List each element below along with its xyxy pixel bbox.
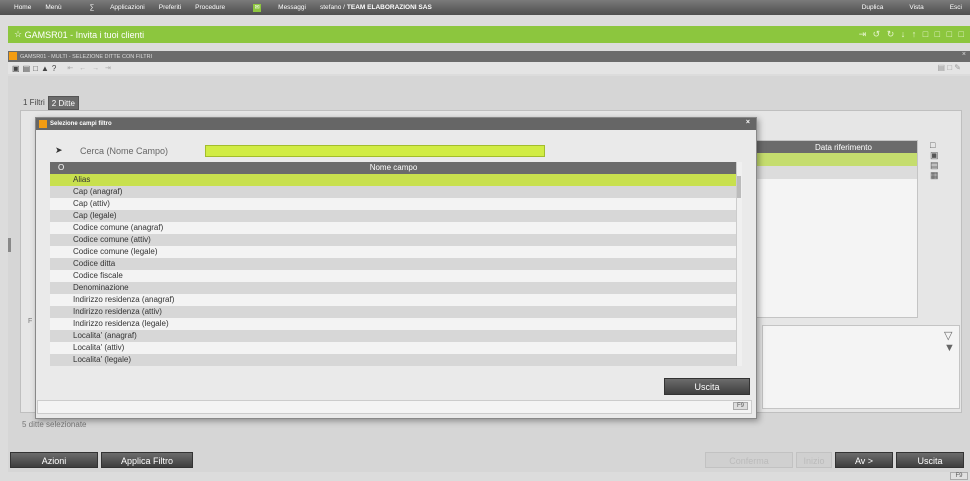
field-list-header: O Nome campo [50, 162, 737, 174]
form-subtitle-bar: GAMSR01 - MULTI - SELEZIONE DITTE CON FI… [8, 51, 970, 62]
new-document-icon[interactable]: □ [930, 140, 942, 150]
dialog-f9-hint: F9 [733, 402, 749, 410]
nome-campo-header[interactable]: Nome campo [50, 163, 737, 172]
dialog-title: Selezione campi filtro [50, 121, 112, 127]
list-item[interactable]: Indirizzo residenza (attiv) [50, 306, 736, 318]
current-user: stefano / [319, 4, 345, 11]
selected-count-status: 5 ditte selezionate [22, 420, 87, 429]
conferma-button[interactable]: Conferma [705, 452, 793, 468]
filter-box [762, 325, 960, 409]
menu-applicazioni[interactable]: ∑ Applicazioni [76, 4, 145, 11]
top-menu-bar: Home Menù ∑ Applicazioni Preferiti Proce… [0, 0, 970, 15]
field-list: Alias Cap (anagraf) Cap (attiv) Cap (leg… [50, 174, 736, 366]
table-row[interactable] [757, 153, 917, 166]
list-item[interactable]: Codice ditta [50, 258, 736, 270]
filter-icon[interactable]: ▽ [944, 330, 955, 342]
export-icon[interactable]: ▲ [41, 64, 49, 73]
record-navigation[interactable]: ⇤ ← → ⇥ [67, 64, 113, 72]
pointer-icon: ➤ [55, 145, 63, 155]
close-icon[interactable]: × [962, 51, 966, 58]
list-item[interactable]: Localita' (attiv) [50, 342, 736, 354]
uscita-button[interactable]: Uscita [896, 452, 964, 468]
side-grip[interactable] [8, 238, 11, 252]
search-input[interactable] [205, 145, 545, 157]
f9-key-hint: F9 [950, 472, 968, 480]
collapsed-label: F [28, 318, 33, 325]
menu-preferiti[interactable]: Preferiti [159, 4, 181, 11]
window-title: GAMSR01 - Invita i tuoi clienti [24, 29, 145, 40]
applica-filtro-button[interactable]: Applica Filtro [101, 452, 193, 468]
menu-menu[interactable]: Menù [45, 4, 61, 11]
list-item[interactable]: Alias [50, 174, 736, 186]
dialog-status-bar [37, 400, 752, 414]
tab-filtri[interactable]: 1 Filtri [20, 96, 48, 110]
inizio-button[interactable]: Inizio [796, 452, 832, 468]
form-icon [9, 52, 17, 60]
list-item[interactable]: Cap (attiv) [50, 198, 736, 210]
list-item[interactable]: Cap (legale) [50, 210, 736, 222]
dialog-icon [39, 120, 47, 128]
list-item[interactable]: Codice comune (legale) [50, 246, 736, 258]
filter-clear-icon[interactable]: ▼ [944, 342, 955, 354]
menu-duplica[interactable]: Duplica [862, 4, 884, 11]
copy-icon[interactable]: ▤ [930, 160, 942, 170]
dialog-uscita-button[interactable]: Uscita [664, 378, 750, 395]
avanti-button[interactable]: Av > [835, 452, 893, 468]
list-item[interactable]: Localita' (anagraf) [50, 330, 736, 342]
menu-procedure[interactable]: Procedure [195, 4, 225, 11]
list-item[interactable]: Indirizzo residenza (legale) [50, 318, 736, 330]
list-item[interactable]: Indirizzo residenza (anagraf) [50, 294, 736, 306]
messages-icon: ✉ [253, 3, 262, 12]
list-item[interactable]: Codice comune (attiv) [50, 234, 736, 246]
azioni-button[interactable]: Azioni [10, 452, 98, 468]
menu-messaggi[interactable]: ✉ Messaggi [239, 3, 306, 12]
window-titlebar: ☆ GAMSR01 - Invita i tuoi clienti ⇥ ↺ ↻ … [8, 26, 970, 43]
toolbar: ▣ ▤ □ ▲ ? ⇤ ← → ⇥ ▤ □ ✎ [8, 62, 970, 74]
list-item[interactable]: Localita' (legale) [50, 354, 736, 366]
scrollbar-thumb[interactable] [737, 176, 741, 198]
window-controls[interactable]: ⇥ ↺ ↻ ↓ ↑ □ □ □ □ [859, 29, 966, 40]
page-icon[interactable]: □ [33, 64, 38, 73]
current-company: TEAM ELABORAZIONI SAS [346, 4, 432, 11]
list-item[interactable]: Denominazione [50, 282, 736, 294]
app-grid-icon: ∑ [89, 4, 97, 11]
star-icon[interactable]: ☆ [14, 29, 25, 40]
dialog-titlebar: Selezione campi filtro × [36, 118, 756, 130]
tab-strip: 1 Filtri 2 Ditte [20, 96, 79, 110]
tab-ditte[interactable]: 2 Ditte [47, 96, 79, 110]
grid-header-data-riferimento[interactable]: Data riferimento [757, 141, 917, 153]
filter-side-icons: ▽ ▼ [944, 330, 955, 354]
trash-icon[interactable]: ▣ [930, 150, 942, 160]
camera-icon[interactable]: ▣ [12, 64, 20, 73]
list-item[interactable]: Cap (anagraf) [50, 186, 736, 198]
toolbar-right-icons[interactable]: ▤ □ ✎ [937, 63, 961, 72]
table-row[interactable] [757, 166, 917, 179]
search-label: Cerca (Nome Campo) [80, 146, 169, 156]
menu-vista[interactable]: Vista [909, 4, 923, 11]
list-item[interactable]: Codice fiscale [50, 270, 736, 282]
menu-esci[interactable]: Esci [950, 4, 962, 11]
dialog-close-icon[interactable]: × [746, 119, 750, 126]
help-icon[interactable]: ? [52, 64, 56, 73]
menu-home[interactable]: Home [14, 4, 31, 11]
form-subtitle: GAMSR01 - MULTI - SELEZIONE DITTE CON FI… [20, 53, 153, 60]
print-icon[interactable]: ▤ [23, 64, 31, 73]
calendar-icon[interactable]: ▦ [930, 170, 942, 180]
grid-side-icons: □ ▣ ▤ ▦ [930, 140, 942, 180]
list-item[interactable]: Codice comune (anagraf) [50, 222, 736, 234]
